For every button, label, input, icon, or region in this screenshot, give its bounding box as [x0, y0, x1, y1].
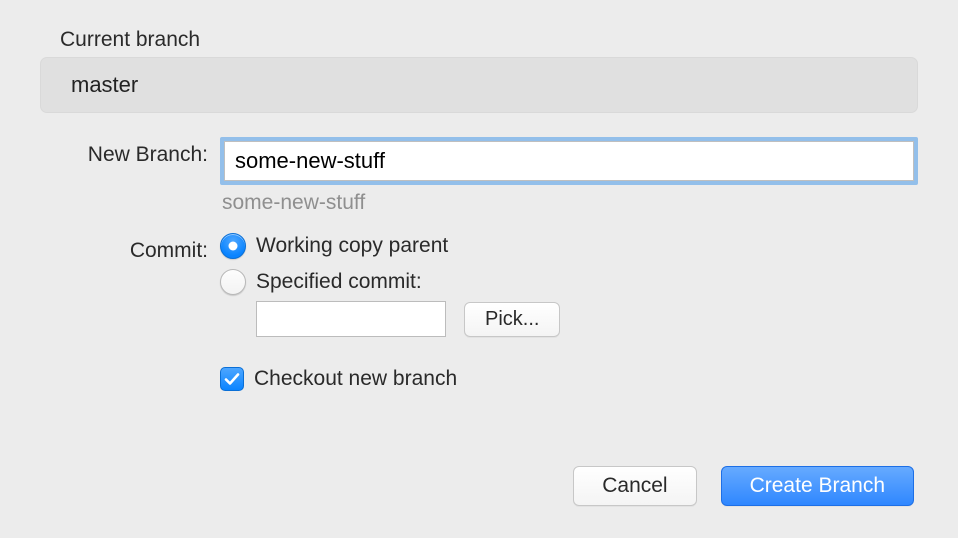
current-branch-label: Current branch [60, 28, 918, 52]
create-branch-button[interactable]: Create Branch [721, 466, 914, 506]
specified-commit-input[interactable] [256, 301, 446, 337]
radio-specified-commit[interactable] [220, 269, 246, 295]
checkmark-icon [223, 370, 241, 388]
new-branch-label: New Branch: [40, 137, 220, 167]
checkout-new-branch-label: Checkout new branch [254, 367, 457, 391]
new-branch-hint: some-new-stuff [222, 191, 918, 215]
current-branch-value: master [40, 57, 918, 113]
new-branch-input[interactable] [224, 141, 914, 181]
radio-specified-commit-label: Specified commit: [256, 270, 422, 294]
new-branch-focus-ring [220, 137, 918, 185]
pick-commit-button[interactable]: Pick... [464, 302, 560, 337]
cancel-button[interactable]: Cancel [573, 466, 696, 506]
checkout-new-branch-checkbox[interactable] [220, 367, 244, 391]
radio-working-copy-parent-label: Working copy parent [256, 234, 448, 258]
radio-working-copy-parent[interactable] [220, 233, 246, 259]
commit-label: Commit: [40, 233, 220, 263]
